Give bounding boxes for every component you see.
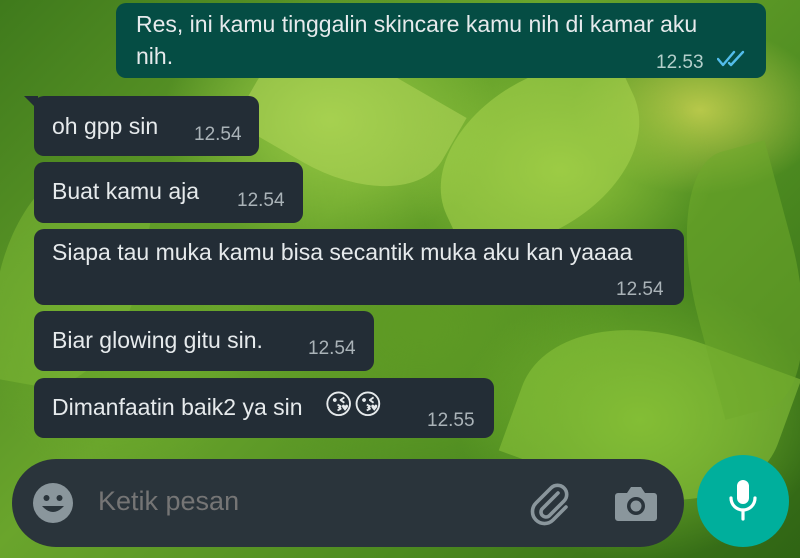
message-bubble-incoming[interactable]: Buat kamu aja 12.54 <box>34 162 303 223</box>
message-bubble-incoming[interactable]: Siapa tau muka kamu bisa secantik muka a… <box>34 229 684 305</box>
message-text: nih. <box>136 43 174 69</box>
message-text: Res, ini kamu tinggalin skincare kamu ni… <box>136 11 698 37</box>
message-time: 12.54 <box>237 190 285 211</box>
message-text: Siapa tau muka kamu bisa secantik muka a… <box>52 239 633 265</box>
message-time: 12.55 <box>427 410 475 431</box>
microphone-icon <box>729 480 757 521</box>
message-input[interactable] <box>98 486 498 517</box>
read-receipt-icon <box>717 50 745 67</box>
message-bubble-outgoing[interactable]: Res, ini kamu tinggalin skincare kamu ni… <box>116 3 766 78</box>
message-time: 12.54 <box>194 124 242 145</box>
message-bubble-incoming[interactable]: oh gpp sin 12.54 <box>24 96 259 156</box>
paperclip-icon[interactable] <box>526 479 572 527</box>
message-bubble-incoming[interactable]: Dimanfaatin baik2 ya sin 😘😘 12.55 <box>34 378 494 438</box>
camera-icon[interactable] <box>614 483 658 523</box>
emoji-icon[interactable] <box>32 482 74 524</box>
bubble-tail <box>24 96 38 110</box>
message-time: 12.53 <box>656 52 704 73</box>
message-text: Biar glowing gitu sin. <box>52 327 263 353</box>
message-time: 12.54 <box>616 279 664 300</box>
microphone-button[interactable] <box>697 455 789 547</box>
message-time: 12.54 <box>308 338 356 359</box>
message-text: Buat kamu aja <box>52 178 200 204</box>
kiss-emoji: 😘😘 <box>324 389 383 420</box>
message-text: oh gpp sin <box>52 113 159 139</box>
message-composer <box>12 459 684 547</box>
message-text: Dimanfaatin baik2 ya sin <box>52 394 303 420</box>
message-bubble-incoming[interactable]: Biar glowing gitu sin. 12.54 <box>34 311 374 371</box>
